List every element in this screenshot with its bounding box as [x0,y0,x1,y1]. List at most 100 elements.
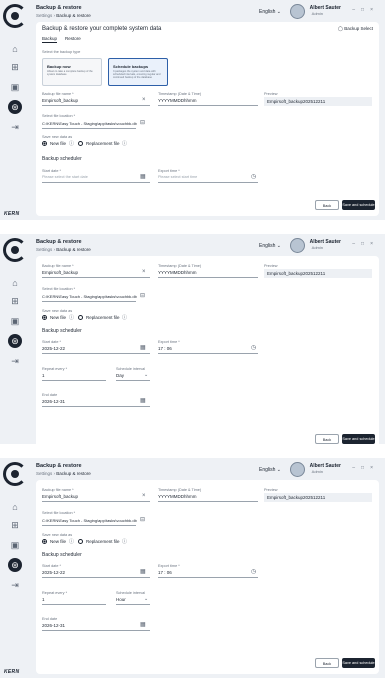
start-date-input[interactable]: 2025-12-22 [42,346,65,351]
radio-new-file[interactable] [42,315,47,320]
back-button[interactable]: Back [315,200,339,210]
card-heading: Backup & restore your complete system da… [42,26,162,32]
clear-icon[interactable]: × [142,493,146,499]
scheduler-heading: Backup scheduler [42,328,82,334]
calendar-icon[interactable]: ▣ [8,538,22,552]
header: Backup & restore Settings › Backup & res… [36,461,385,481]
window-controls[interactable]: –□× [352,7,379,13]
radio-new-file[interactable] [42,539,47,544]
backup-select-toggle[interactable]: ◯ Backup Select [338,26,373,32]
clear-icon[interactable]: × [142,97,146,103]
breadcrumb-root[interactable]: Settings [36,471,52,476]
chevron-down-icon[interactable]: ⌄ [144,372,148,378]
file-name-input[interactable]: Empirsoft_backup [42,494,78,499]
file-name-input[interactable]: Empirsoft_backup [42,98,78,103]
tab-backup[interactable]: Backup [42,36,58,43]
breadcrumb-root[interactable]: Settings [36,13,52,18]
save-schedule-button[interactable]: Save and schedule [342,434,375,444]
radio-replacement-file[interactable] [78,141,83,146]
calendar-icon[interactable]: ▦ [140,397,146,404]
language-select[interactable]: English ⌄ [259,467,281,473]
back-button[interactable]: Back [315,658,339,668]
file-name-underline [42,277,150,278]
calendar-icon[interactable]: ▦ [140,344,146,351]
clock-icon[interactable]: ◷ [251,568,256,575]
start-time-underline [158,353,258,354]
start-date-input[interactable]: Please select the start date [42,175,88,179]
timestamp-input[interactable]: YYYYMMDDhhmm [158,494,197,499]
grid-icon[interactable]: ⊞ [8,518,22,532]
clock-icon[interactable]: ◷ [251,344,256,351]
home-icon[interactable]: ⌂ [8,500,22,514]
calendar-icon[interactable]: ▦ [140,568,146,575]
radio-new-file[interactable] [42,141,47,146]
clear-icon[interactable]: × [142,269,146,275]
info-icon: ⓘ [122,539,128,545]
info-icon: ⓘ [69,539,75,545]
timestamp-underline [158,277,258,278]
radio-replacement-file[interactable] [78,315,83,320]
app-logo [3,462,27,486]
start-date-underline [42,182,150,183]
start-date-input[interactable]: 2025-12-22 [42,570,65,575]
file-name-input[interactable]: Empirsoft_backup [42,270,78,275]
tab-restore[interactable]: Restore [65,36,81,41]
location-input[interactable]: C:\KERN\Easy Touch - Staging\app\tasks\v… [42,294,137,299]
timestamp-input[interactable]: YYYYMMDDhhmm [158,270,197,275]
home-icon[interactable]: ⌂ [8,276,22,290]
logout-icon[interactable]: ⇥ [8,578,22,592]
radio-replacement-file[interactable] [78,539,83,544]
grid-icon[interactable]: ⊞ [8,60,22,74]
backup-icon[interactable]: ⊛ [8,558,22,572]
calendar-icon[interactable]: ▦ [140,173,146,180]
folder-icon[interactable]: ⊟ [140,516,145,523]
avatar[interactable] [290,4,305,19]
location-input[interactable]: C:\KERN\Easy Touch - Staging\app\tasks\v… [42,518,137,523]
page-title: Backup & restore [36,5,82,11]
repeat-every-input[interactable]: 1 [42,597,45,602]
end-date-input[interactable]: 2026-12-31 [42,623,65,628]
folder-icon[interactable]: ⊟ [140,292,145,299]
start-time-underline [158,577,258,578]
schedule-interval-select[interactable]: Hour [116,597,126,602]
breadcrumb-root[interactable]: Settings [36,247,52,252]
save-schedule-button[interactable]: Save and schedule [342,658,375,668]
language-select[interactable]: English ⌄ [259,243,281,249]
grid-icon[interactable]: ⊞ [8,294,22,308]
logout-icon[interactable]: ⇥ [8,120,22,134]
language-label: English [259,243,276,249]
chevron-down-icon[interactable]: ⌄ [144,596,148,602]
repeat-every-input[interactable]: 1 [42,373,45,378]
preview-value: Empirsoft_backup202512211 [267,495,326,500]
logout-icon[interactable]: ⇥ [8,354,22,368]
window-controls[interactable]: –□× [352,241,379,247]
location-input[interactable]: C:\KERN\Easy Touch - Staging\app\tasks\v… [42,121,137,126]
option-backup-now[interactable]: Backup now Allows to take a complete bac… [42,58,102,86]
end-date-input[interactable]: 2026-12-31 [42,399,65,404]
schedule-interval-select[interactable]: Day [116,373,124,378]
home-icon[interactable]: ⌂ [8,42,22,56]
timestamp-input[interactable]: YYYYMMDDhhmm [158,98,197,103]
back-button[interactable]: Back [315,434,339,444]
location-underline [42,525,136,526]
option-schedule-backups[interactable]: Schedule backups It packages the system … [108,58,168,86]
window-controls[interactable]: –□× [352,465,379,471]
avatar[interactable] [290,462,305,477]
calendar-icon[interactable]: ▣ [8,314,22,328]
calendar-icon[interactable]: ▣ [8,80,22,94]
start-time-input[interactable]: Please select start time [158,175,197,179]
clock-icon[interactable]: ◷ [251,173,256,180]
start-time-input[interactable]: 17 : 06 [158,346,172,351]
folder-icon[interactable]: ⊟ [140,119,145,126]
sidebar: ⌂ ⊞ ▣ ⊛ ⇥ KERN [0,0,30,220]
backup-icon[interactable]: ⊛ [8,334,22,348]
start-date-underline [42,353,150,354]
repeat-every-label: Repeat every * [42,367,68,371]
header: Backup & restore Settings › Backup & res… [36,3,385,23]
backup-icon[interactable]: ⊛ [8,100,22,114]
start-time-input[interactable]: 17 : 06 [158,570,172,575]
calendar-icon[interactable]: ▦ [140,621,146,628]
language-select[interactable]: English ⌄ [259,9,281,15]
save-schedule-button[interactable]: Save and schedule [342,200,375,210]
avatar[interactable] [290,238,305,253]
